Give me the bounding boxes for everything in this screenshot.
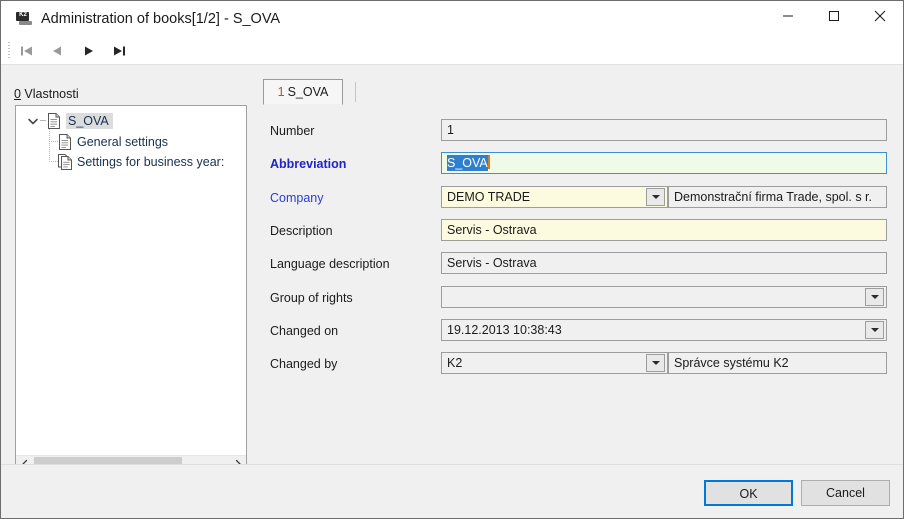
- field-group-of-rights[interactable]: [441, 286, 887, 308]
- label-group-of-rights: Group of rights: [270, 291, 353, 305]
- footer-bar: OK Cancel: [1, 464, 903, 518]
- label-company: Company: [270, 191, 324, 205]
- ok-button[interactable]: OK: [704, 480, 793, 506]
- label-changed-by: Changed by: [270, 357, 338, 371]
- text-caret: [487, 155, 490, 169]
- field-company-description: Demonstrační firma Trade, spol. s r.: [668, 186, 887, 208]
- cancel-button[interactable]: Cancel: [801, 480, 890, 506]
- field-company[interactable]: DEMO TRADE: [441, 186, 668, 208]
- group-of-rights-dropdown-icon[interactable]: [865, 288, 884, 306]
- field-description[interactable]: Servis - Ostrava: [441, 219, 887, 241]
- label-abbreviation: Abbreviation: [270, 157, 347, 171]
- field-number[interactable]: 1: [441, 119, 887, 141]
- label-number: Number: [270, 124, 315, 138]
- label-description: Description: [270, 224, 333, 238]
- field-abbreviation-value: S_OVA: [447, 155, 488, 171]
- company-dropdown-icon[interactable]: [646, 188, 665, 206]
- field-abbreviation[interactable]: S_OVA: [441, 152, 887, 174]
- field-changed-by-description: Správce systému K2: [668, 352, 887, 374]
- label-changed-on: Changed on: [270, 324, 339, 338]
- changed-on-dropdown-icon[interactable]: [865, 321, 884, 339]
- field-language-description[interactable]: Servis - Ostrava: [441, 252, 887, 274]
- label-language-description: Language description: [270, 257, 390, 271]
- application-window: K2 Administration of books[1/2] - S_OVA: [0, 0, 904, 519]
- changed-by-dropdown-icon[interactable]: [646, 354, 665, 372]
- field-changed-by[interactable]: K2: [441, 352, 668, 374]
- detail-form: Number 1 Abbreviation S_OVA Company DEMO…: [1, 1, 903, 461]
- field-changed-on[interactable]: 19.12.2013 10:38:43: [441, 319, 887, 341]
